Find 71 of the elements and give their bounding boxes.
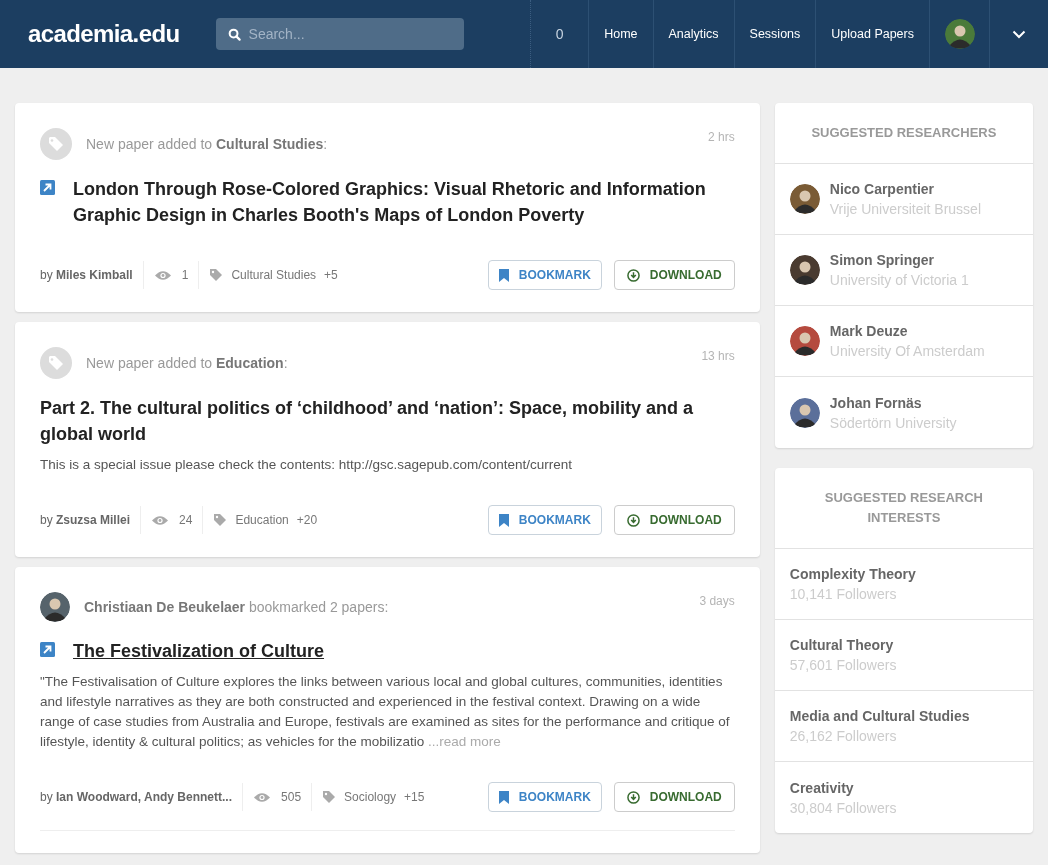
- topic-more-count: +5: [324, 267, 338, 284]
- activity-text: Christiaan De Beukelaer bookmarked 2 papers:: [84, 597, 389, 617]
- tag-icon: [40, 128, 72, 160]
- activity-text: New paper added to Cultural Studies:: [86, 134, 328, 154]
- timestamp: 13 hrs: [701, 348, 735, 365]
- author-byline: by Zsuzsa Millei: [40, 506, 142, 534]
- avatar-icon: [789, 184, 820, 214]
- topic-more-count: +20: [296, 512, 318, 529]
- avatar-icon: [40, 592, 70, 622]
- activity-text: New paper added to Education:: [86, 353, 288, 373]
- researcher-name[interactable]: Simon Springer: [829, 250, 969, 270]
- download-icon: [626, 268, 640, 282]
- bookmark-button[interactable]: BOOKMARK: [487, 505, 602, 535]
- logo[interactable]: academia.edu: [0, 0, 216, 68]
- interest-name[interactable]: Cultural Theory: [789, 635, 1018, 655]
- panel-title: SUGGESTED RESEARCH INTERESTS: [823, 489, 984, 527]
- topic-link[interactable]: Cultural Studies: [231, 266, 317, 284]
- view-count: 24: [179, 512, 193, 529]
- researcher-name[interactable]: Nico Carpentier: [829, 179, 981, 199]
- paper-description: This is a special issue please check the contents: http://gsc.sagepub.com/content/current: [40, 456, 574, 474]
- interest-name[interactable]: Complexity Theory: [789, 564, 1018, 584]
- timestamp: 3 days: [699, 593, 735, 610]
- topic-link[interactable]: Education: [235, 511, 289, 529]
- interest-name[interactable]: Media and Cultural Studies: [789, 706, 1018, 726]
- panel-title: SUGGESTED RESEARCHERS: [811, 124, 997, 142]
- eye-icon: [253, 791, 272, 803]
- topic-link[interactable]: Sociology: [344, 788, 397, 806]
- paper-title-link[interactable]: Part 2. The cultural politics of ‘childhood’ and ‘nation’: Space, mobility and a global world: [40, 395, 735, 447]
- external-link-icon: [40, 180, 55, 195]
- search-field[interactable]: Search...: [215, 18, 464, 50]
- bookmark-icon: [498, 513, 509, 527]
- tag-icon: [209, 268, 224, 282]
- download-button[interactable]: DOWNLOAD: [613, 505, 735, 535]
- download-icon: [626, 790, 640, 804]
- avatar-icon: [789, 326, 820, 356]
- tag-icon: [40, 347, 72, 379]
- interest-name[interactable]: Creativity: [789, 777, 1018, 798]
- bookmark-icon: [498, 268, 509, 282]
- bookmark-icon: [498, 790, 509, 804]
- nav-link[interactable]: Upload Papers: [816, 0, 930, 68]
- avatar-icon[interactable]: [944, 19, 975, 49]
- nav-link[interactable]: Sessions: [734, 0, 817, 68]
- paper-title-link[interactable]: The Festivalization of Culture: [73, 638, 325, 664]
- chevron-down-icon[interactable]: [1012, 29, 1026, 39]
- avatar-icon: [789, 397, 820, 428]
- search-input[interactable]: Search...: [248, 23, 439, 45]
- author-byline: by Ian Woodward, Andy Bennett...: [40, 783, 244, 811]
- paper-title-link[interactable]: London Through Rose-Colored Graphics: Visual Rhetoric and Information Graphic Design in Charles Booth's Maps of London Poverty: [73, 176, 735, 228]
- notification-count[interactable]: 0: [531, 0, 590, 68]
- topic-more-count: +15: [404, 789, 425, 806]
- author-byline: by Miles Kimball: [40, 261, 144, 289]
- eye-icon: [153, 269, 172, 281]
- view-count: 505: [281, 789, 302, 806]
- bookmark-button[interactable]: BOOKMARK: [487, 260, 602, 290]
- external-link-icon: [40, 642, 55, 657]
- tag-icon: [213, 513, 228, 527]
- bookmark-button[interactable]: BOOKMARK: [487, 782, 602, 812]
- eye-icon: [151, 514, 170, 526]
- nav-link[interactable]: Analytics: [653, 0, 735, 68]
- view-count: 1: [181, 267, 189, 284]
- tag-icon: [322, 790, 337, 804]
- download-icon: [626, 513, 640, 527]
- paper-description: "The Festivalisation of Culture explores the links between various local and global cultures, communities, identities and lifestyle narratives as they are both constructed and experienced in the festival context. Drawing on a wide range of case studies from Australia and Europe, festivals are examined as sites for the performance and critique of lifestyle, identity & cultural politics; as vehicles for the mobilizatio ...read more: [40, 673, 731, 751]
- search-icon: [227, 27, 241, 41]
- timestamp: 2 hrs: [708, 129, 735, 146]
- nav-link[interactable]: Home: [589, 0, 654, 68]
- avatar-icon: [789, 255, 820, 285]
- download-button[interactable]: DOWNLOAD: [613, 782, 735, 812]
- researcher-name[interactable]: Mark Deuze: [829, 321, 985, 341]
- researcher-name[interactable]: Johan Fornäs: [829, 392, 957, 413]
- download-button[interactable]: DOWNLOAD: [613, 260, 735, 290]
